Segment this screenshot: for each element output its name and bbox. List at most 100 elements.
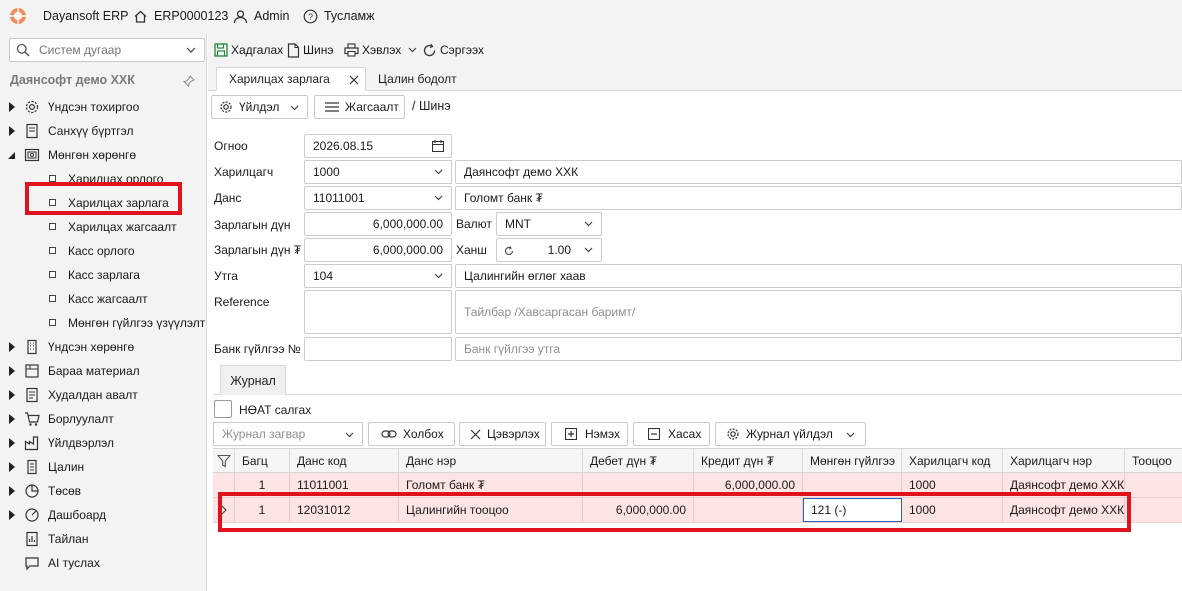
- column-header-debit[interactable]: Дебет дүн ₮: [583, 449, 694, 472]
- svg-text:?: ?: [308, 12, 313, 22]
- gear-icon: [25, 100, 39, 114]
- sidebar-item-ai-assistant[interactable]: AI туслах: [0, 551, 206, 575]
- sidebar-subitem-bank-list[interactable]: Харилцах жагсаалт: [0, 215, 206, 239]
- bullet-square-icon: [49, 295, 56, 302]
- amount-mnt-label: Зарлагын дүн ₮: [214, 243, 302, 257]
- tab-bank-expense[interactable]: Харилцах зарлага: [216, 67, 366, 91]
- chevron-down-icon: [186, 47, 196, 53]
- vat-checkbox[interactable]: [214, 400, 232, 418]
- sidebar-item-purchase[interactable]: Худалдан авалт: [0, 383, 206, 407]
- sidebar-item-production[interactable]: Үйлдвэрлэл: [0, 431, 206, 455]
- bullet-square-icon: [49, 175, 56, 182]
- sidebar-item-dashboard[interactable]: Дашбоард: [0, 503, 206, 527]
- chevron-down-icon: [434, 195, 443, 201]
- save-icon: [214, 43, 228, 57]
- tab-payroll-calc[interactable]: Цалин бодолт: [366, 67, 469, 91]
- bullet-square-icon: [49, 271, 56, 278]
- add-icon: [565, 428, 577, 440]
- bank-txn-text-field[interactable]: Банк гүйлгээ утга: [455, 337, 1182, 361]
- gear-icon: [727, 428, 739, 440]
- building-icon: [27, 339, 37, 355]
- reference-field[interactable]: [304, 290, 452, 334]
- factory-icon: [24, 436, 39, 451]
- app-logo: [9, 7, 27, 25]
- pin-icon[interactable]: [183, 75, 195, 87]
- print-button[interactable]: Хэвлэх: [344, 41, 417, 59]
- cell-settlement[interactable]: [1125, 498, 1182, 522]
- sidebar-item-fixed-assets[interactable]: Үндсэн хөрөнгө: [0, 335, 206, 359]
- refresh-button[interactable]: Сэргээх: [422, 41, 484, 59]
- system-search[interactable]: [9, 38, 205, 62]
- close-icon[interactable]: [349, 75, 359, 85]
- column-header-account-name[interactable]: Данс нэр: [399, 449, 583, 472]
- sidebar-item-reports[interactable]: Тайлан: [0, 527, 206, 551]
- sidebar-subitem-cash-expense[interactable]: Касс зарлага: [0, 263, 206, 287]
- account-code-field[interactable]: 11011001: [304, 186, 452, 210]
- bullet-square-icon: [49, 223, 56, 230]
- doc-code-link[interactable]: ERP0000123: [133, 7, 228, 25]
- link-button[interactable]: Холбох: [368, 422, 455, 446]
- purpose-code-field[interactable]: 104: [304, 264, 452, 288]
- sidebar-item-cash[interactable]: Мөнгөн хөрөнгө: [0, 143, 206, 167]
- sidebar-item-finance[interactable]: Санхүү бүртгэл: [0, 119, 206, 143]
- column-header-credit[interactable]: Кредит дүн ₮: [694, 449, 803, 472]
- sidebar-item-sales[interactable]: Борлуулалт: [0, 407, 206, 431]
- org-name: Даянсофт демо ХХК: [10, 73, 135, 87]
- add-row-button[interactable]: Нэмэх: [551, 422, 628, 446]
- amount-field[interactable]: 6,000,000.00: [304, 212, 452, 236]
- new-button[interactable]: Шинэ: [287, 41, 333, 59]
- list-button[interactable]: Жагсаалт: [314, 95, 405, 119]
- partner-code-field[interactable]: 1000: [304, 160, 452, 184]
- chevron-down-icon: [584, 247, 593, 253]
- bullet-square-icon: [49, 247, 56, 254]
- cell-settlement[interactable]: [1125, 473, 1182, 497]
- journal-ops-dropdown[interactable]: Журнал үйлдэл: [715, 422, 866, 446]
- column-header-batch[interactable]: Багц: [235, 449, 290, 472]
- filter-cell[interactable]: [213, 449, 235, 472]
- save-button[interactable]: Хадгалах: [214, 41, 283, 59]
- currency-select[interactable]: MNT: [496, 212, 602, 236]
- sidebar-item-payroll[interactable]: Цалин: [0, 455, 206, 479]
- sidebar-item-budget[interactable]: Төсөв: [0, 479, 206, 503]
- amount-mnt-field[interactable]: 6,000,000.00: [304, 238, 452, 262]
- sidebar-subitem-cashflow-indicator[interactable]: Мөнгөн гүйлгээ үзүүлэлт: [0, 311, 206, 335]
- chevron-down-icon: [434, 169, 443, 175]
- bank-txn-number-field[interactable]: [304, 337, 452, 361]
- sidebar-item-inventory[interactable]: Бараа материал: [0, 359, 206, 383]
- column-header-partner-name[interactable]: Харилцагч нэр: [1003, 449, 1125, 472]
- purpose-text-field[interactable]: Цалингийн өглөг хаав: [455, 264, 1182, 288]
- expand-arrow-icon: [9, 486, 15, 496]
- vat-label: НӨАТ салгах: [239, 403, 312, 417]
- system-search-input[interactable]: [39, 40, 189, 60]
- remove-row-button[interactable]: Хасах: [633, 422, 710, 446]
- journal-template-select[interactable]: Журнал загвар: [213, 422, 363, 446]
- box-icon: [25, 364, 39, 378]
- refresh-rate-icon[interactable]: [504, 246, 514, 256]
- expand-arrow-icon: [9, 510, 15, 520]
- sidebar-item-general-settings[interactable]: Үндсэн тохиргоо: [0, 95, 206, 119]
- expand-arrow-icon: [9, 126, 15, 136]
- title-bar: Dayansoft ERP ERP0000123 Admin ? Тусламж: [0, 0, 1182, 34]
- expand-arrow-icon: [9, 438, 15, 448]
- sidebar-subitem-cash-list[interactable]: Касс жагсаалт: [0, 287, 206, 311]
- date-field[interactable]: 2026.08.15: [304, 134, 452, 158]
- rate-field[interactable]: 1.00: [496, 238, 602, 262]
- column-header-cashflow[interactable]: Мөнгөн гүйлгээ: [803, 449, 902, 472]
- column-header-settlement[interactable]: Тооцоо: [1125, 449, 1182, 472]
- new-document-icon: [287, 42, 300, 58]
- partner-name-field[interactable]: Даянсофт демо ХХК: [455, 160, 1182, 184]
- clear-button[interactable]: Цэвэрлэх: [459, 422, 546, 446]
- search-icon: [16, 43, 30, 57]
- operation-dropdown[interactable]: Үйлдэл: [211, 95, 308, 119]
- expand-arrow-icon: [9, 414, 15, 424]
- note-field[interactable]: Тайлбар /Хавсаргасан баримт/: [455, 290, 1182, 334]
- column-header-partner-code[interactable]: Харилцагч код: [902, 449, 1003, 472]
- column-header-account-code[interactable]: Данс код: [290, 449, 399, 472]
- sidebar-subitem-cash-income[interactable]: Касс орлого: [0, 239, 206, 263]
- expand-arrow-icon: [9, 342, 15, 352]
- help-button[interactable]: ? Тусламж: [303, 7, 375, 25]
- highlight-box-row: [218, 492, 1131, 532]
- user-menu[interactable]: Admin: [233, 7, 289, 25]
- account-name-field[interactable]: Голомт банк ₮: [455, 186, 1182, 210]
- tab-journal[interactable]: Журнал: [220, 365, 286, 395]
